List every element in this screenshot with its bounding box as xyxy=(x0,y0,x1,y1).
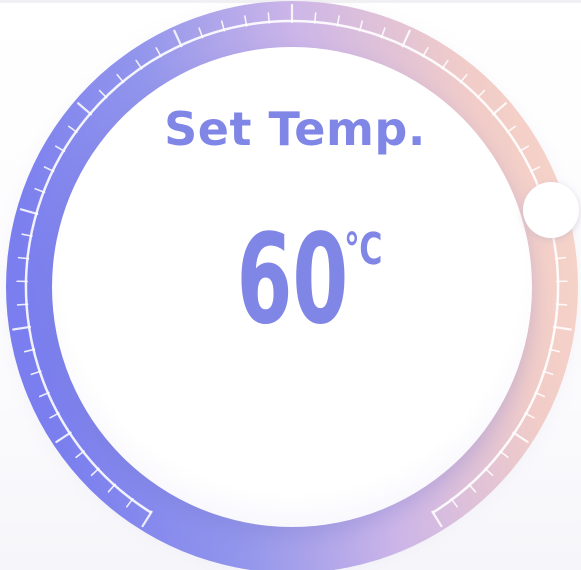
temperature-value: 60 xyxy=(236,208,348,352)
dial-title: Set Temp. xyxy=(164,102,426,156)
scale-tick xyxy=(17,256,30,260)
scale-tick xyxy=(555,303,568,306)
temperature-knob[interactable] xyxy=(523,182,579,238)
scale-tick xyxy=(267,12,271,24)
thermostat-screen: Set Temp. 60℃ xyxy=(0,0,581,570)
scale-tick xyxy=(313,12,317,24)
temperature-unit: ℃ xyxy=(343,224,383,275)
temperature-readout: 60℃ xyxy=(90,218,500,342)
scale-tick xyxy=(16,303,29,306)
scale-tick xyxy=(554,256,567,260)
